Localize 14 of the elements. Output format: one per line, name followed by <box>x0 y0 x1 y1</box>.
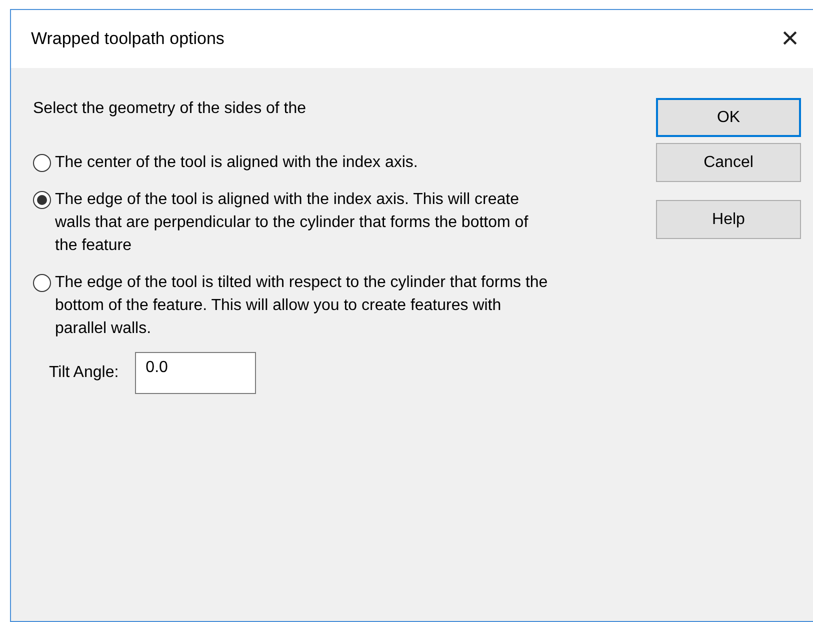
field-label: Tilt Angle: <box>49 363 119 383</box>
radio-label[interactable]: The edge of the tool is tilted with respect to the cylinder that forms the bottom of the feature. This will allow you to create features with parallel walls. <box>55 271 553 340</box>
window-title: Wrapped toolpath options <box>31 28 224 50</box>
input-field[interactable]: 0.0 <box>134 352 256 394</box>
prompt-text: Select the geometry of the sides of the <box>33 99 308 119</box>
dialog-button[interactable]: Help <box>656 200 801 239</box>
radio-label[interactable]: The center of the tool is aligned with the index axis. <box>55 151 418 174</box>
radio-button[interactable] <box>33 191 51 209</box>
dialog-button[interactable]: Cancel <box>656 143 801 182</box>
radio-button[interactable] <box>33 274 51 292</box>
radio-label[interactable]: The edge of the tool is aligned with the index axis. This will create walls that are perpendicular to the cylinder that forms the bottom of the feature <box>55 188 553 257</box>
close-button[interactable]: × <box>767 19 813 59</box>
dialog-button[interactable]: OK <box>656 98 801 137</box>
radio-button[interactable] <box>33 154 51 172</box>
